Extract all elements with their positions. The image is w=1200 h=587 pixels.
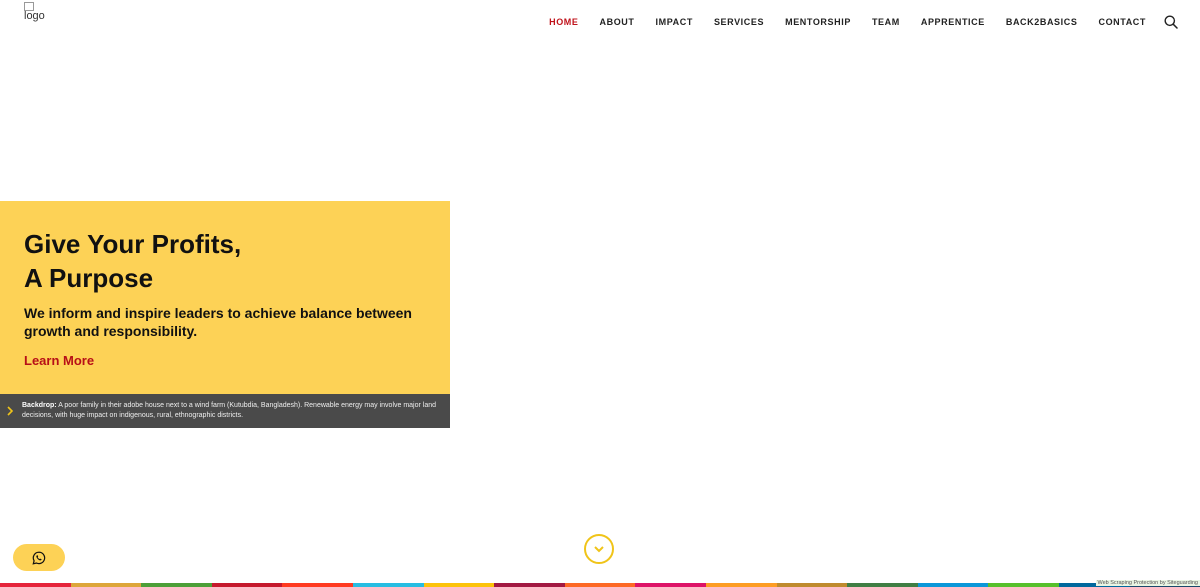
nav-about[interactable]: ABOUT	[600, 17, 635, 27]
nav-team[interactable]: TEAM	[872, 17, 900, 27]
caption-text: Backdrop: A poor family in their adobe h…	[22, 401, 440, 421]
caption-label: Backdrop:	[22, 402, 57, 409]
stripe-segment	[282, 583, 353, 587]
stripe-segment	[352, 583, 424, 587]
caption-description: A poor family in their adobe house next …	[22, 402, 437, 419]
nav-services[interactable]: SERVICES	[714, 17, 764, 27]
whatsapp-icon	[32, 551, 46, 565]
stripe-segment	[917, 583, 989, 587]
protection-badge[interactable]: Web Scraping Protection by Siteguarding	[1095, 580, 1200, 586]
main-navigation: HOME ABOUT IMPACT SERVICES MENTORSHIP TE…	[528, 0, 1200, 44]
stripe-segment	[141, 583, 212, 587]
stripe-segment	[0, 583, 71, 587]
stripe-segment	[705, 583, 777, 587]
stripe-segment	[423, 583, 495, 587]
hero-subtitle: We inform and inspire leaders to achieve…	[24, 305, 412, 339]
nav-back2basics[interactable]: BACK2BASICS	[1006, 17, 1078, 27]
nav-mentorship[interactable]: MENTORSHIP	[785, 17, 851, 27]
hero-title-line-1: Give Your Profits,	[24, 229, 242, 259]
stripe-segment	[776, 583, 848, 587]
site-logo[interactable]: logo	[24, 2, 45, 22]
stripe-segment	[635, 583, 706, 587]
hero-panel: Give Your Profits, A Purpose We inform a…	[0, 201, 450, 394]
nav-apprentice[interactable]: APPRENTICE	[921, 17, 985, 27]
stripe-segment	[494, 583, 565, 587]
nav-impact[interactable]: IMPACT	[656, 17, 693, 27]
whatsapp-button[interactable]	[13, 544, 65, 571]
logo-alt-text: logo	[24, 10, 45, 22]
learn-more-link[interactable]: Learn More	[24, 353, 94, 368]
scroll-down-button[interactable]	[584, 534, 614, 564]
nav-contact[interactable]: CONTACT	[1098, 17, 1146, 27]
hero-title-line-2: A Purpose	[24, 263, 154, 293]
stripe-segment	[988, 583, 1059, 587]
search-icon[interactable]	[1164, 15, 1178, 29]
backdrop-caption: Backdrop: A poor family in their adobe h…	[0, 394, 450, 428]
hero-title: Give Your Profits, A Purpose	[24, 227, 241, 295]
chevron-down-icon	[594, 546, 604, 553]
nav-home[interactable]: HOME	[549, 17, 578, 27]
stripe-segment	[564, 583, 636, 587]
stripe-segment	[70, 583, 142, 587]
color-stripe	[0, 583, 1200, 587]
stripe-segment	[847, 583, 918, 587]
chevron-right-icon[interactable]	[5, 403, 15, 419]
stripe-segment	[211, 583, 283, 587]
